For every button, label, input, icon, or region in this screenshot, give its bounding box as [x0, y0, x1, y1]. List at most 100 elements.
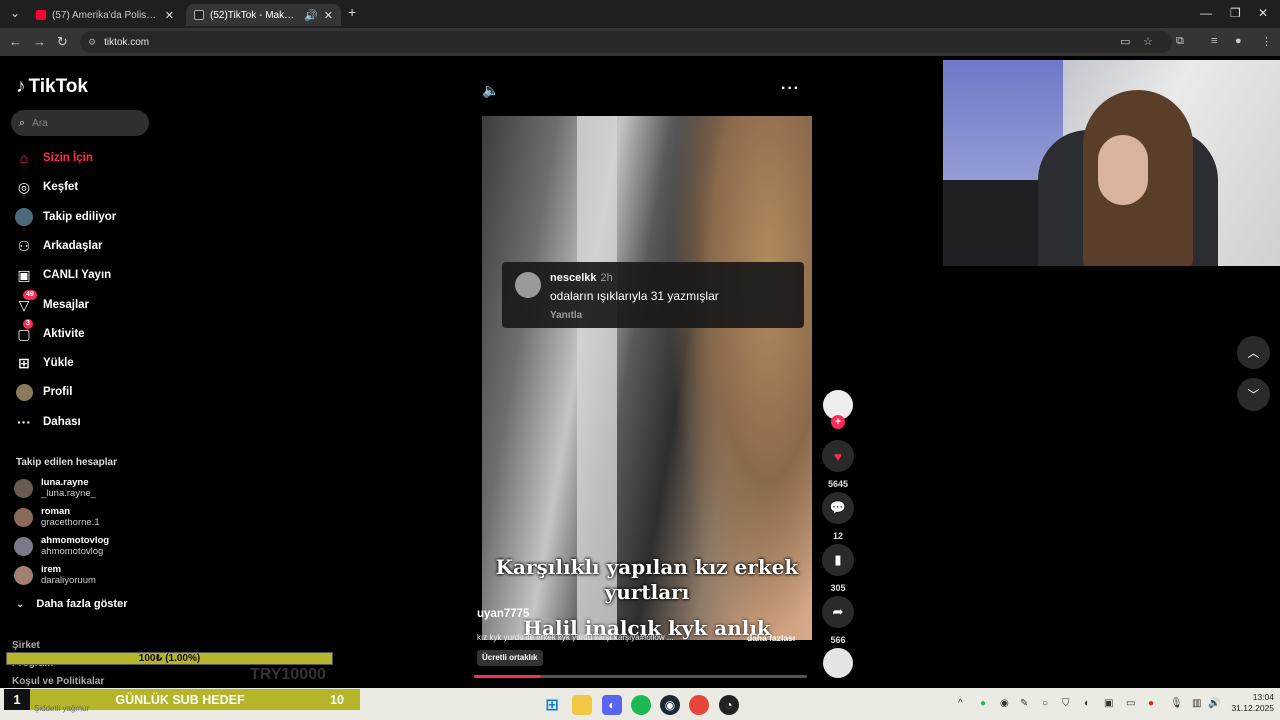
menu-label: Yükle — [43, 357, 74, 369]
tray-steam-icon[interactable]: ◉ — [1000, 698, 1009, 709]
comment-button[interactable]: 💬 12 — [822, 492, 854, 541]
search-input[interactable]: ⌕ Ara — [11, 110, 149, 136]
reply-link[interactable]: Yanıtla — [550, 310, 582, 321]
chevron-down-icon: ﹀ — [1247, 388, 1260, 402]
followed-account[interactable]: ahmomotovlog ahmomotovlog — [14, 532, 154, 560]
menu-item-explore[interactable]: ◎ Keşfet — [14, 176, 154, 198]
tray-shield-icon[interactable]: ⛉ — [1062, 698, 1070, 709]
site-info-icon[interactable]: ⚙ — [88, 37, 96, 48]
video-author[interactable]: uyan7775 — [477, 608, 529, 620]
menu-item-upload[interactable]: ⊞ Yükle — [14, 352, 154, 374]
donation-progress-bar: 100₺ (1.00%) — [6, 652, 333, 665]
close-tab-icon[interactable]: ✕ — [324, 9, 333, 22]
caption-more-button[interactable]: daha fazlası — [747, 633, 795, 643]
menu-label: Arkadaşlar — [43, 240, 103, 252]
browser-tab-youtube[interactable]: (57) Amerika'da Polis Her Şeyi Gösteriyo… — [28, 4, 182, 26]
restore-icon[interactable]: ❐ — [1230, 6, 1241, 20]
comment-time: 2h — [600, 272, 613, 284]
volume-icon[interactable]: 🔈 — [482, 82, 499, 99]
back-icon[interactable]: ← — [9, 34, 22, 49]
tab-title: (52)TikTok - Make Your Day — [210, 9, 298, 21]
account-name: ahmomotovlog — [41, 535, 110, 546]
chevron-up-icon: ︿ — [1247, 346, 1260, 360]
file-explorer-icon[interactable] — [572, 695, 592, 715]
tray-circle-icon[interactable]: ○ — [1042, 698, 1048, 709]
followed-account[interactable]: irem daraliyoruum — [14, 561, 154, 589]
obs-icon[interactable]: ◔ — [719, 695, 739, 715]
forward-icon[interactable]: → — [33, 34, 46, 49]
next-video-button[interactable]: ﹀ — [1237, 378, 1270, 411]
previous-video-button[interactable]: ︿ — [1237, 336, 1270, 369]
video-more-options-icon[interactable]: ··· — [781, 80, 800, 98]
account-name: roman — [41, 506, 71, 517]
menu-item-following[interactable]: Takip ediliyor — [14, 206, 154, 228]
new-tab-icon[interactable]: + — [348, 4, 356, 20]
share-count: 566 — [830, 635, 846, 645]
video-progress-bar[interactable] — [474, 675, 807, 678]
discord-icon[interactable]: ◐ — [602, 695, 622, 715]
tray-network-icon[interactable]: ▥ — [1192, 698, 1201, 709]
show-more-button[interactable]: ⌄ Daha fazla göster — [16, 598, 127, 610]
tray-record-icon[interactable]: ● — [1148, 698, 1154, 709]
streamer-webcam — [943, 60, 1280, 266]
search-placeholder: Ara — [32, 117, 48, 129]
tray-monitor-icon[interactable]: ▭ — [1126, 698, 1135, 709]
media-control-icon[interactable]: ≡ — [1211, 35, 1217, 47]
profile-icon[interactable]: ● — [1235, 35, 1242, 47]
browser-toolbar: ← → ↻ ⚙ tiktok.com ▭ ☆ ⧉ ≡ ● ⋮ — [0, 28, 1280, 56]
webcam-sofa — [943, 180, 1053, 266]
cast-icon[interactable]: ▭ — [1120, 35, 1130, 48]
commenter-avatar — [515, 272, 541, 298]
minimize-icon[interactable]: — — [1200, 6, 1212, 20]
menu-item-more[interactable]: ··· Dahası — [14, 411, 154, 433]
chrome-icon[interactable] — [689, 695, 709, 715]
tab-search-icon[interactable]: ⌄ — [10, 6, 20, 20]
address-bar[interactable]: ⚙ tiktok.com — [80, 31, 1172, 53]
footer-terms-link[interactable]: Koşul ve Politikalar — [12, 676, 104, 687]
donation-progress-text: 100₺ (1.00%) — [138, 653, 201, 664]
tray-app-icon[interactable]: ◐ — [1084, 698, 1090, 709]
video-overlay-title: Karşılıklı yapılan kız erkek yurtları — [495, 555, 799, 604]
footer-company-link[interactable]: Şirket — [12, 640, 40, 651]
commenter-name: nescelkk — [550, 272, 597, 284]
tray-volume-icon[interactable]: 🔊 — [1208, 698, 1220, 709]
close-tab-icon[interactable]: ✕ — [165, 9, 174, 22]
comment-text: odaların ışıklarıyla 31 yazmışlar — [550, 289, 719, 303]
menu-item-messages[interactable]: ▽ 49 Mesajlar — [14, 290, 154, 316]
reload-icon[interactable]: ↻ — [57, 34, 68, 50]
share-button[interactable]: ➦ 566 — [822, 596, 854, 645]
tray-spotify-icon[interactable]: ● — [980, 698, 986, 709]
close-window-icon[interactable]: ✕ — [1258, 6, 1268, 20]
follow-plus-icon[interactable]: + — [831, 415, 845, 429]
steam-icon[interactable]: ◉ — [660, 695, 680, 715]
tray-pen-icon[interactable]: ✎ — [1020, 698, 1028, 709]
tiktok-logo[interactable]: ♪ TikTok — [16, 76, 88, 98]
menu-item-live[interactable]: ▣ CANLI Yayın — [14, 264, 154, 286]
save-button[interactable]: ▮ 305 — [822, 544, 854, 593]
like-button[interactable]: ♥ 5645 — [822, 440, 854, 489]
menu-item-profile[interactable]: Profil — [14, 381, 154, 403]
bookmark-star-icon[interactable]: ☆ — [1143, 35, 1153, 48]
menu-label: Keşfet — [43, 181, 79, 193]
save-count: 305 — [830, 583, 846, 593]
tray-mic-icon[interactable]: 🎙 — [1170, 698, 1183, 709]
menu-item-friends[interactable]: ⚇ Arkadaşlar — [14, 235, 154, 257]
followed-account[interactable]: luna.rayne _luna.rayne_ — [14, 474, 154, 502]
sub-goal-count: 1 — [4, 689, 30, 710]
menu-item-activity[interactable]: ▢ 3 Aktivite — [14, 319, 154, 345]
menu-item-for-you[interactable]: ⌂ Sizin İçin — [14, 147, 154, 169]
menu-kebab-icon[interactable]: ⋮ — [1261, 35, 1272, 48]
more-dots-icon: ··· — [17, 414, 31, 430]
music-disc-avatar[interactable] — [823, 648, 853, 678]
audio-playing-icon[interactable]: 🔊 — [304, 9, 318, 22]
tray-overflow-icon[interactable]: ^ — [958, 698, 963, 709]
system-clock[interactable]: 13:04 31.12.2025 — [1228, 692, 1274, 714]
followed-account[interactable]: roman gracethorne.1 — [14, 503, 154, 531]
donation-target-text: TRY10000 — [250, 666, 326, 683]
windows-start-icon[interactable]: ⊞ — [542, 695, 562, 715]
profile-avatar-icon — [14, 382, 34, 402]
extensions-icon[interactable]: ⧉ — [1176, 35, 1184, 48]
browser-tab-tiktok[interactable]: (52)TikTok - Make Your Day 🔊 ✕ — [186, 4, 341, 26]
tray-nvidia-icon[interactable]: ▣ — [1104, 698, 1113, 709]
spotify-icon[interactable] — [631, 695, 651, 715]
